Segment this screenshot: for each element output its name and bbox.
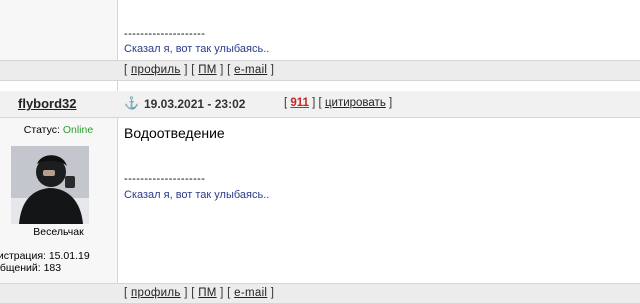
post-number-link[interactable]: 911: [290, 97, 309, 109]
message-count: общений: 183: [0, 262, 62, 274]
profile-link[interactable]: профиль: [131, 64, 181, 76]
post-body: Водоотведение: [124, 125, 225, 141]
signature: Сказал я, вот так улыбаясь..: [124, 43, 270, 55]
pm-link[interactable]: ПМ: [198, 64, 216, 76]
signature-separator: --------------------: [124, 28, 206, 40]
registration-date: гистрация: 15.01.19: [0, 250, 90, 262]
pm-link[interactable]: ПМ: [198, 287, 216, 299]
email-link[interactable]: e-mail: [234, 64, 267, 76]
post-meta: [ 911 ] [ цитировать ]: [284, 97, 393, 109]
prev-left-column: [0, 0, 117, 60]
status-online: Online: [62, 124, 94, 136]
profile-link[interactable]: профиль: [131, 287, 181, 299]
user-status: Статус: Online: [0, 124, 117, 136]
post-date: 19.03.2021 - 23:02: [144, 97, 246, 111]
status-label: Статус:: [23, 124, 60, 136]
signature: Сказал я, вот так улыбаясь..: [124, 189, 270, 201]
avatar[interactable]: [11, 146, 89, 224]
user-rank: Весельчак: [33, 226, 84, 238]
quote-link[interactable]: цитировать: [325, 97, 386, 109]
email-link[interactable]: e-mail: [234, 287, 267, 299]
post-actions-bar: [ профиль ] [ ПМ ] [ e-mail ]: [0, 283, 640, 304]
username-link[interactable]: flybord32: [18, 96, 77, 111]
avatar-image: [11, 146, 89, 224]
signature-separator: --------------------: [124, 173, 206, 185]
column-divider: [117, 0, 118, 300]
anchor-icon[interactable]: ⚓: [124, 96, 139, 110]
post-actions-bar: [ профиль ] [ ПМ ] [ e-mail ]: [0, 60, 640, 81]
post-header: flybord32 ⚓ 19.03.2021 - 23:02 [ 911 ] […: [0, 91, 640, 118]
